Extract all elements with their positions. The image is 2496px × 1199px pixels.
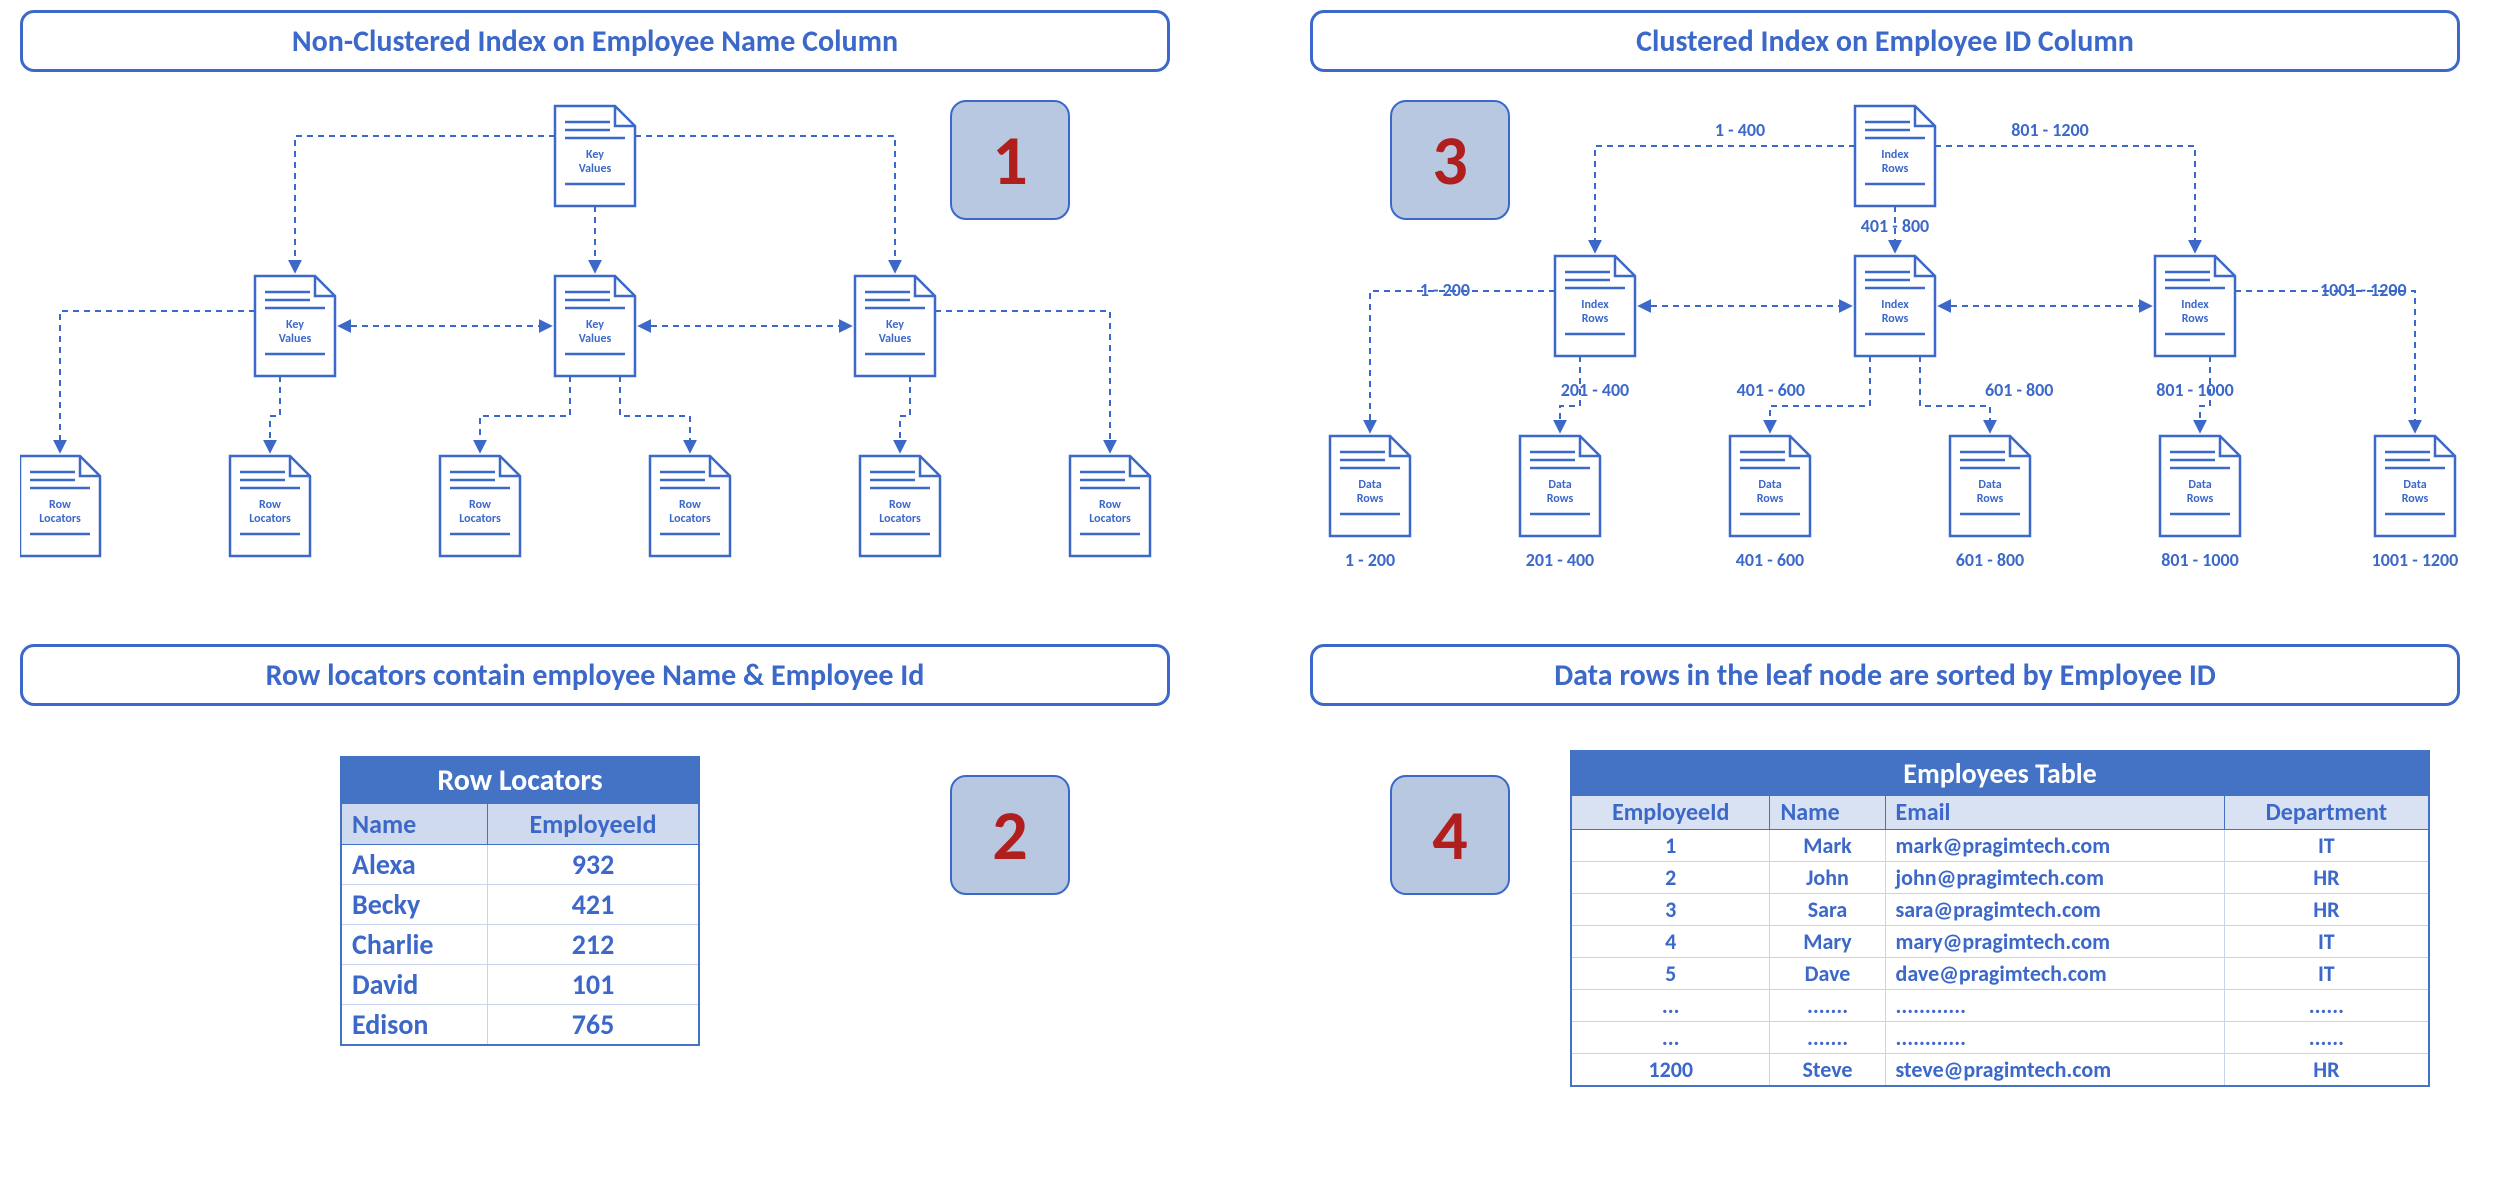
table-row: Edison765 xyxy=(341,1005,699,1046)
root-doc-text-l1: Key xyxy=(586,148,604,162)
svg-text:Locators: Locators xyxy=(39,512,81,526)
clustered-title: Clustered Index on Employee ID Column xyxy=(1310,10,2460,72)
svg-text:Rows: Rows xyxy=(1547,492,1574,506)
table-row: 2Johnjohn@pragimtech.comHR xyxy=(1571,862,2429,894)
svg-text:Locators: Locators xyxy=(1089,512,1131,526)
row-locators-title-text: Row locators contain employee Name & Emp… xyxy=(266,657,925,694)
table-row: 1Markmark@pragimtech.comIT xyxy=(1571,830,2429,862)
table-row: 1200Stevesteve@pragimtech.comHR xyxy=(1571,1054,2429,1087)
svg-text:Data: Data xyxy=(2403,478,2426,492)
svg-text:Rows: Rows xyxy=(1582,312,1609,326)
svg-text:Rows: Rows xyxy=(2187,492,2214,506)
svg-text:Row: Row xyxy=(889,498,911,512)
table-row: Charlie212 xyxy=(341,925,699,965)
datarows-title-text: Data rows in the leaf node are sorted by… xyxy=(1554,657,2216,694)
svg-text:401 - 600: 401 - 600 xyxy=(1736,549,1804,571)
svg-text:Index: Index xyxy=(1581,298,1609,312)
svg-text:Key: Key xyxy=(586,318,604,332)
svg-text:Index: Index xyxy=(1881,298,1909,312)
badge-4-text: 4 xyxy=(1432,792,1467,878)
badge-2-text: 2 xyxy=(992,792,1027,878)
svg-text:Data: Data xyxy=(1358,478,1381,492)
employees-body: 1Markmark@pragimtech.comIT 2Johnjohn@pra… xyxy=(1571,830,2429,1087)
svg-text:1 - 200: 1 - 200 xyxy=(1345,549,1395,571)
root-doc-text-l2: Values xyxy=(579,162,612,176)
emp-col-email: Email xyxy=(1885,796,2224,830)
svg-text:801 - 1200: 801 - 1200 xyxy=(2011,119,2089,141)
nonclustered-title-text: Non-Clustered Index on Employee Name Col… xyxy=(292,23,898,60)
datarows-title: Data rows in the leaf node are sorted by… xyxy=(1310,644,2460,706)
svg-text:Index: Index xyxy=(1881,148,1909,162)
svg-text:1001 - 1200: 1001 - 1200 xyxy=(2372,549,2459,571)
rl-col-name: Name xyxy=(341,804,488,845)
svg-text:401 - 600: 401 - 600 xyxy=(1737,379,1805,401)
clustered-tree: Index Rows 1 - 400 401 - 800 801 - 1200 … xyxy=(1310,86,2480,626)
svg-text:Values: Values xyxy=(279,332,312,346)
employees-header: Employees Table xyxy=(1571,751,2429,796)
employees-table: Employees Table EmployeeId Name Email De… xyxy=(1570,750,2430,1087)
row-locators-header: Row Locators xyxy=(341,757,699,804)
row-locators-table: Row Locators Name EmployeeId Alexa932 Be… xyxy=(340,756,700,1046)
nonclustered-tree: Key Values Key Values Key Values Key Val… xyxy=(20,86,1170,626)
svg-text:Key: Key xyxy=(886,318,904,332)
svg-text:801 - 1000: 801 - 1000 xyxy=(2161,549,2239,571)
svg-text:Rows: Rows xyxy=(1977,492,2004,506)
emp-col-dept: Department xyxy=(2224,796,2429,830)
svg-text:Row: Row xyxy=(1099,498,1121,512)
table-row: David101 xyxy=(341,965,699,1005)
svg-text:Rows: Rows xyxy=(1757,492,1784,506)
svg-text:Rows: Rows xyxy=(2182,312,2209,326)
table-row: Becky421 xyxy=(341,885,699,925)
svg-text:Data: Data xyxy=(2188,478,2211,492)
clustered-title-text: Clustered Index on Employee ID Column xyxy=(1636,23,2134,60)
svg-text:Data: Data xyxy=(1978,478,2001,492)
table-row: ............................ xyxy=(1571,990,2429,1022)
svg-text:Values: Values xyxy=(879,332,912,346)
svg-text:601 - 800: 601 - 800 xyxy=(1956,549,2024,571)
row-locators-body: Alexa932 Becky421 Charlie212 David101 Ed… xyxy=(341,845,699,1046)
svg-text:Key: Key xyxy=(286,318,304,332)
svg-text:Locators: Locators xyxy=(249,512,291,526)
rl-col-empid: EmployeeId xyxy=(488,804,699,845)
table-row: 5Davedave@pragimtech.comIT xyxy=(1571,958,2429,990)
svg-text:201 - 400: 201 - 400 xyxy=(1561,379,1629,401)
svg-text:Row: Row xyxy=(49,498,71,512)
svg-text:Values: Values xyxy=(579,332,612,346)
svg-text:Index: Index xyxy=(2181,298,2209,312)
svg-text:Rows: Rows xyxy=(1882,312,1909,326)
svg-text:Rows: Rows xyxy=(1357,492,1384,506)
svg-text:Locators: Locators xyxy=(669,512,711,526)
svg-text:Locators: Locators xyxy=(879,512,921,526)
emp-col-name: Name xyxy=(1770,796,1885,830)
svg-text:1 - 400: 1 - 400 xyxy=(1715,119,1765,141)
svg-text:801 - 1000: 801 - 1000 xyxy=(2156,379,2234,401)
badge-4: 4 xyxy=(1390,775,1510,895)
emp-col-id: EmployeeId xyxy=(1571,796,1770,830)
svg-text:Locators: Locators xyxy=(459,512,501,526)
table-row: 3Sarasara@pragimtech.comHR xyxy=(1571,894,2429,926)
table-row: Alexa932 xyxy=(341,845,699,885)
svg-text:Data: Data xyxy=(1548,478,1571,492)
svg-text:601 - 800: 601 - 800 xyxy=(1985,379,2053,401)
svg-text:201 - 400: 201 - 400 xyxy=(1526,549,1594,571)
svg-text:Row: Row xyxy=(259,498,281,512)
diagram-canvas: Non-Clustered Index on Employee Name Col… xyxy=(0,0,2496,1199)
svg-text:Rows: Rows xyxy=(2402,492,2429,506)
svg-text:Row: Row xyxy=(469,498,491,512)
badge-2: 2 xyxy=(950,775,1070,895)
table-row: ............................ xyxy=(1571,1022,2429,1054)
svg-text:Row: Row xyxy=(679,498,701,512)
svg-text:Rows: Rows xyxy=(1882,162,1909,176)
nonclustered-title: Non-Clustered Index on Employee Name Col… xyxy=(20,10,1170,72)
svg-text:Data: Data xyxy=(1758,478,1781,492)
row-locators-title: Row locators contain employee Name & Emp… xyxy=(20,644,1170,706)
table-row: 4Marymary@pragimtech.comIT xyxy=(1571,926,2429,958)
